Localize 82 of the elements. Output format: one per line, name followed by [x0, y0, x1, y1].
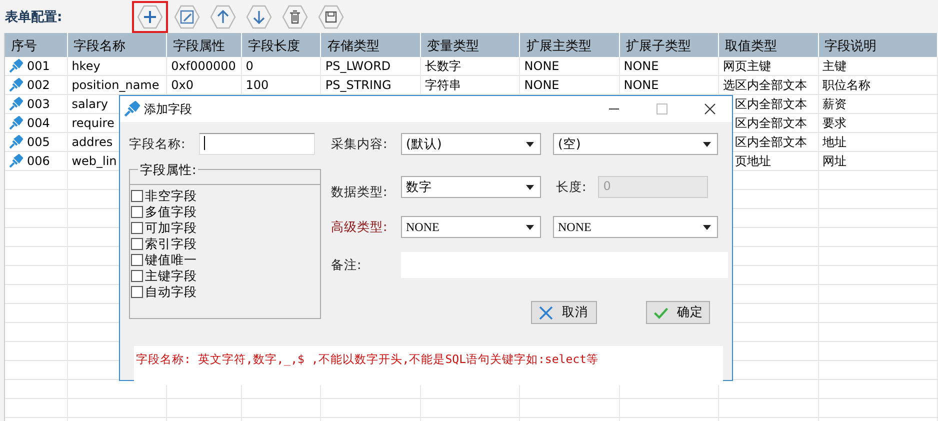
table-cell: position_name: [72, 78, 160, 92]
table-cell: 字符串: [424, 76, 461, 94]
attribute-checkbox[interactable]: 自动字段: [130, 284, 320, 300]
pin-icon: [9, 154, 23, 168]
table-cell: require: [72, 116, 114, 130]
table-cell-text: 区内全部文本: [734, 114, 808, 132]
column-header[interactable]: 扩展主类型: [520, 33, 620, 57]
pin-icon: [9, 78, 23, 92]
field-label: 字段名称:: [129, 136, 186, 152]
pin-icon: [9, 97, 23, 111]
table-cell: 0xf000000: [171, 59, 236, 73]
data-type-dropdown[interactable]: 数字: [401, 176, 541, 198]
table-cell: NONE: [524, 78, 560, 92]
pin-icon: [9, 116, 23, 130]
close-icon[interactable]: [704, 103, 716, 115]
column-header[interactable]: 序号: [5, 33, 68, 57]
check-icon: [653, 306, 669, 320]
collect-dropdown[interactable]: (空): [553, 133, 718, 155]
table-cell: 002: [27, 78, 50, 92]
table-cell: NONE: [624, 59, 659, 73]
attribute-checkbox[interactable]: 主键字段: [130, 268, 320, 284]
add-button[interactable]: [132, 0, 168, 32]
column-header[interactable]: 存储类型: [321, 33, 421, 57]
table-cell: 要求: [822, 114, 847, 132]
table-cell: 0x0: [171, 78, 194, 92]
table-cell: 职位名称: [822, 76, 871, 94]
table-cell-text: 区内全部文本: [734, 96, 808, 112]
toolbar-label: 表单配置:: [5, 8, 62, 26]
field-label: 高级类型:: [331, 218, 388, 236]
table-cell: NONE: [624, 78, 659, 92]
table-cell: 100: [246, 78, 269, 92]
table-cell: 主键: [822, 58, 847, 74]
table-cell: 网页主键: [723, 58, 772, 74]
table-cell: 地址: [822, 134, 847, 150]
column-header[interactable]: 字段名称: [68, 33, 168, 57]
table-cell-text: 区内全部文本: [734, 134, 808, 150]
attribute-checkbox[interactable]: 可加字段: [130, 220, 320, 236]
table-cell: 001: [27, 59, 50, 73]
attribute-checkbox[interactable]: 非空字段: [130, 188, 320, 204]
column-header[interactable]: 取值类型: [719, 33, 819, 57]
field-label: 备注:: [331, 256, 362, 274]
advanced-type-dropdown[interactable]: NONE: [401, 216, 541, 238]
hint-text: 字段名称: 英文字符,数字,_,$ ,不能以数字开头,不能是SQL语句关键字如:select等: [134, 346, 723, 385]
pin-icon: [124, 101, 140, 117]
advanced-type-dropdown[interactable]: NONE: [553, 216, 718, 238]
table-cell: salary: [72, 97, 108, 111]
table-cell: 长数字: [424, 58, 461, 74]
column-header[interactable]: 扩展子类型: [620, 33, 720, 57]
cancel-button[interactable]: 取消: [531, 301, 597, 324]
table-cell: 006: [27, 154, 50, 168]
pin-icon: [9, 59, 23, 73]
attribute-checkbox[interactable]: 键值唯一: [130, 252, 320, 268]
table-cell: NONE: [524, 59, 560, 73]
table-cell: 0: [246, 59, 254, 73]
table-cell: 网址: [822, 152, 847, 170]
table-cell-text: 页地址: [734, 152, 772, 170]
table-cell: 003: [27, 97, 50, 111]
table-cell: PS_STRING: [325, 78, 392, 92]
field-label: 数据类型:: [331, 182, 388, 200]
field-label: 采集内容:: [331, 136, 388, 152]
dialog-title: 添加字段: [144, 100, 192, 118]
table-cell: 薪资: [822, 96, 847, 112]
attribute-checkbox[interactable]: 索引字段: [130, 236, 320, 252]
column-header[interactable]: 字段长度: [242, 33, 322, 57]
table-cell: 选区内全部文本: [723, 76, 808, 94]
column-header[interactable]: 变量类型: [420, 33, 520, 57]
table-cell: web_lin: [72, 154, 117, 168]
field-label: 长度:: [556, 178, 586, 196]
table-cell: hkey: [72, 59, 100, 73]
table-cell: PS_LWORD: [325, 59, 391, 73]
pin-icon: [9, 135, 23, 149]
collect-dropdown[interactable]: (默认): [401, 133, 541, 155]
table-cell: 004: [27, 116, 50, 130]
column-header[interactable]: 字段属性: [167, 33, 242, 57]
ok-button[interactable]: 确定: [646, 301, 710, 324]
column-header[interactable]: 字段说明: [818, 33, 938, 57]
table-cell: addres: [72, 135, 113, 149]
attribute-checkbox[interactable]: 多值字段: [130, 204, 320, 220]
group-title: 字段属性:: [138, 162, 198, 179]
table-cell: 005: [27, 135, 50, 149]
close-icon: [538, 304, 554, 320]
name-input-field[interactable]: [199, 133, 316, 155]
